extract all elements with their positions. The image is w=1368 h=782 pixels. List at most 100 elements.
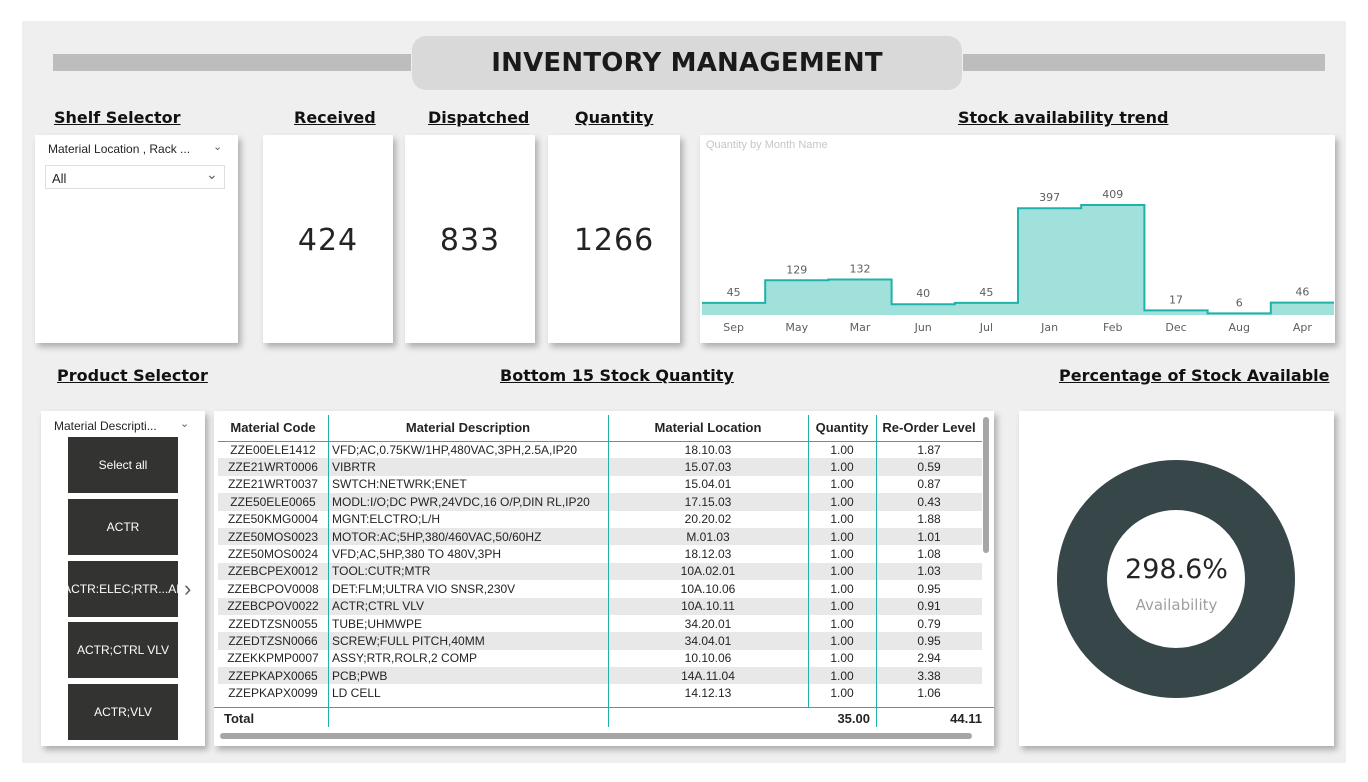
col-material-code[interactable]: Material Code — [218, 415, 328, 442]
banner-right-bar — [963, 54, 1325, 71]
cell-quantity: 1.00 — [808, 562, 876, 581]
cell-material-description: MODL:I/O;DC PWR,24VDC,16 O/P,DIN RL,IP20 — [328, 493, 608, 511]
cell-reorder-level: 1.01 — [876, 527, 982, 546]
tile-actr-elec[interactable]: ACTR:ELEC;RTR...AL — [63, 561, 183, 617]
cell-material-description: ACTR;CTRL VLV — [328, 597, 608, 615]
col-material-description[interactable]: Material Description — [328, 415, 608, 442]
horizontal-scrollbar[interactable] — [220, 733, 972, 739]
data-label: 129 — [786, 263, 807, 276]
cell-material-location: 14A.11.04 — [608, 667, 808, 685]
cell-quantity: 1.00 — [830, 686, 854, 701]
table-row[interactable]: ZZEPKAPX0099 LD CELL 14.12.13 1.00 1.06 — [218, 684, 982, 701]
chevron-down-icon[interactable]: ⌄ — [213, 140, 222, 153]
cell-reorder-level: 1.87 — [917, 442, 941, 457]
received-title: Received — [294, 108, 376, 127]
x-tick-label: Jan — [1040, 321, 1058, 334]
tile-actr-vlv[interactable]: ACTR;VLV — [68, 684, 178, 740]
table-row[interactable]: ZZEPKAPX0065 PCB;PWB 14A.11.04 1.00 3.38 — [218, 667, 982, 685]
x-tick-label: Sep — [723, 321, 744, 334]
tile-select-all[interactable]: Select all — [68, 437, 178, 493]
cell-material-description: MGNT:ELCTRO;L/H — [332, 512, 441, 527]
cell-reorder-level: 1.88 — [917, 512, 941, 527]
shelf-selector-title: Shelf Selector — [54, 108, 181, 127]
vertical-scrollbar[interactable] — [983, 417, 989, 553]
col-reorder-level[interactable]: Re-Order Level — [876, 415, 982, 442]
cell-material-location: 10A.10.06 — [680, 581, 736, 596]
data-label: 40 — [916, 287, 930, 300]
chevron-down-icon[interactable]: ⌄ — [206, 166, 218, 183]
x-tick-label: Dec — [1165, 321, 1186, 334]
cell-material-location: 18.10.03 — [684, 442, 732, 457]
x-tick-label: Jul — [979, 321, 993, 334]
quantity-title: Quantity — [575, 108, 654, 127]
cell-reorder-level: 1.08 — [917, 547, 941, 562]
cell-material-code: ZZEBCPEX0012 — [218, 562, 328, 581]
column-divider — [608, 708, 609, 727]
trend-chart-card: Quantity by Month Name 45 Sep 129 May 132 Mar… — [700, 135, 1335, 343]
x-tick-label: Feb — [1103, 321, 1122, 334]
table-row[interactable]: ZZE50MOS0023 MOTOR:AC;5HP,380/460VAC,50/6… — [218, 527, 982, 546]
availability-label: Availability — [1135, 596, 1218, 614]
total-label: Total — [224, 711, 255, 726]
cell-material-code: ZZE21WRT0037 — [228, 477, 318, 492]
x-tick-label: Jun — [914, 321, 932, 334]
col-quantity[interactable]: Quantity — [808, 415, 876, 442]
cell-reorder-level: 0.43 — [876, 493, 982, 511]
table-row[interactable]: ZZEKKPMP0007 ASSY;RTR,ROLR,2 COMP 10.10.06… — [218, 650, 982, 667]
table-row[interactable]: ZZE00ELE1412 VFD;AC,0.75KW/1HP,480VAC,3PH… — [218, 441, 982, 458]
cell-material-description: VFD;AC,5HP,380 TO 480V,3PH — [332, 547, 501, 562]
cell-quantity: 1.00 — [830, 581, 854, 596]
data-label: 409 — [1102, 188, 1123, 201]
cell-quantity: 1.00 — [830, 651, 854, 666]
cell-reorder-level: 0.79 — [917, 616, 941, 631]
cell-material-description: VIBRTR — [328, 458, 608, 476]
received-value: 424 — [297, 223, 359, 258]
shelf-dropdown[interactable]: All ⌄ — [45, 165, 225, 189]
data-label: 6 — [1236, 296, 1243, 309]
chevron-right-icon[interactable]: › — [184, 576, 191, 602]
x-tick-label: May — [785, 321, 808, 334]
column-divider — [808, 415, 809, 711]
cell-material-location: 15.04.01 — [684, 477, 732, 492]
table-row[interactable]: ZZE21WRT0037 SWTCH:NETWRK;ENET 15.04.01 1.0… — [218, 476, 982, 493]
cell-material-code: ZZEBCPOV0022 — [218, 597, 328, 615]
cell-material-location: 15.07.03 — [608, 458, 808, 476]
cell-material-code: ZZE50MOS0024 — [227, 547, 319, 562]
cell-quantity: 1.00 — [808, 527, 876, 546]
col-material-location[interactable]: Material Location — [608, 415, 808, 442]
cell-material-location: M.01.03 — [608, 527, 808, 546]
table-row[interactable]: ZZEDTZSN0066 SCREW;FULL PITCH,40MM 34.04.0… — [218, 632, 982, 650]
chevron-down-icon[interactable]: ⌄ — [180, 417, 189, 430]
cell-material-code: ZZE21WRT0006 — [218, 458, 328, 476]
x-tick-label: Apr — [1293, 321, 1313, 334]
cell-material-description: SWTCH:NETWRK;ENET — [332, 477, 467, 492]
table-row[interactable]: ZZEDTZSN0055 TUBE;UHMWPE 34.20.01 1.00 0.79 — [218, 615, 982, 632]
table-row[interactable]: ZZEBCPOV0022 ACTR;CTRL VLV 10A.10.11 1.00 0.… — [218, 597, 982, 615]
cell-reorder-level: 2.94 — [917, 651, 941, 666]
cell-reorder-level: 0.87 — [917, 477, 941, 492]
tile-actr[interactable]: ACTR — [68, 499, 178, 555]
tile-actr-ctrl-vlv[interactable]: ACTR;CTRL VLV — [68, 622, 178, 678]
table-row[interactable]: ZZE50ELE0065 MODL:I/O;DC PWR,24VDC,16 O/P… — [218, 493, 982, 511]
table-row[interactable]: ZZE50MOS0024 VFD;AC,5HP,380 TO 480V,3PH 18… — [218, 545, 982, 562]
cell-material-description: VFD;AC,0.75KW/1HP,480VAC,3PH,2.5A,IP20 — [332, 442, 578, 457]
cell-material-code: ZZEKKPMP0007 — [227, 651, 319, 666]
data-label: 45 — [979, 286, 993, 299]
shelf-slicer-header: Material Location , Rack ... — [48, 142, 191, 156]
cell-material-code: ZZEPKAPX0065 — [218, 667, 328, 685]
table-row[interactable]: ZZEBCPOV0008 DET:FLM;ULTRA VIO SNSR,230V 1… — [218, 580, 982, 597]
cell-material-location: 10A.02.01 — [608, 562, 808, 581]
cell-quantity: 1.00 — [808, 597, 876, 615]
availability-value: 298.6% — [1125, 554, 1228, 585]
product-slicer: Material Descripti... ⌄ Select all ACTR … — [41, 411, 205, 746]
table-row[interactable]: ZZE21WRT0006 VIBRTR 15.07.03 1.00 0.59 — [218, 458, 982, 476]
cell-reorder-level: 1.06 — [917, 686, 941, 701]
table-row[interactable]: ZZEBCPEX0012 TOOL:CUTR;MTR 10A.02.01 1.00 1.… — [218, 562, 982, 581]
dashboard-title: INVENTORY MANAGEMENT — [412, 36, 962, 90]
cell-material-description: DET:FLM;ULTRA VIO SNSR,230V — [332, 581, 516, 596]
table-row[interactable]: ZZE50KMG0004 MGNT:ELCTRO;L/H 20.20.02 1.00 1… — [218, 511, 982, 528]
cell-material-code: ZZEBCPOV0008 — [227, 581, 319, 596]
column-divider — [608, 415, 609, 711]
bottom15-title: Bottom 15 Stock Quantity — [500, 366, 734, 385]
cell-reorder-level: 1.03 — [876, 562, 982, 581]
